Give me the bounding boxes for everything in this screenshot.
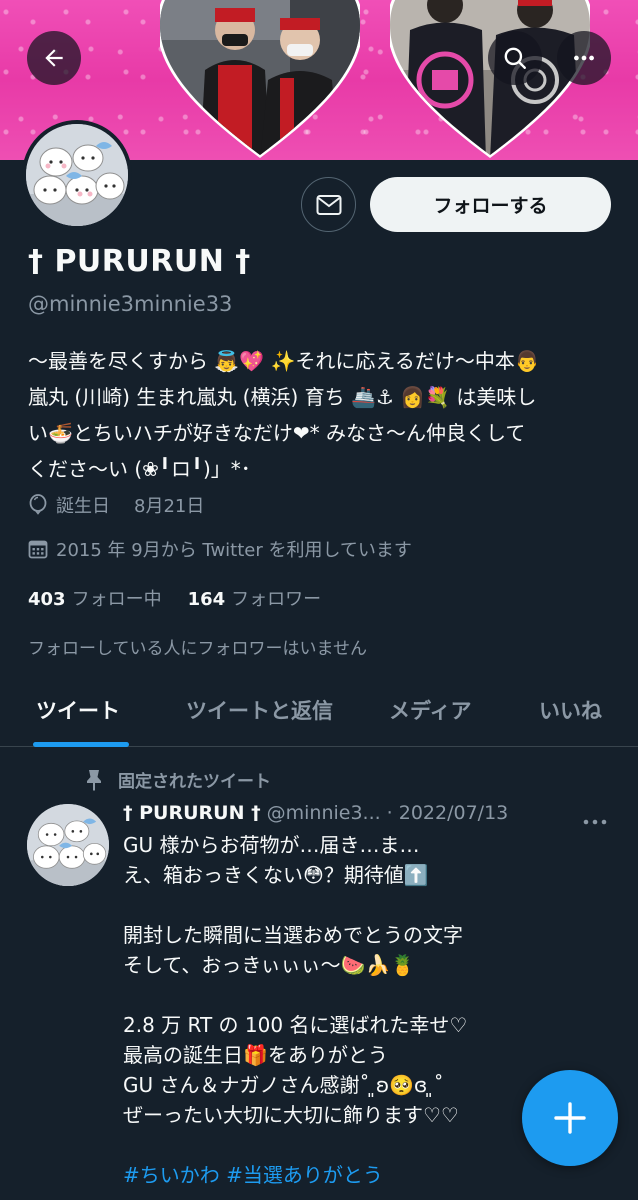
- avatar-image: [26, 124, 128, 226]
- profile-tabs: ツイート ツイートと返信 メディア いいね: [0, 676, 638, 747]
- tweet-line: 最高の誕生日🎁をありがとう: [123, 1043, 388, 1067]
- more-horizontal-icon: [574, 55, 594, 61]
- followers-count[interactable]: 164: [188, 589, 226, 610]
- more-horizontal-icon: [583, 819, 607, 825]
- follow-counts: 403 フォロー中 164 フォロワー: [28, 585, 321, 611]
- tab-likes[interactable]: いいね: [539, 695, 602, 725]
- tweet-author-name[interactable]: † PURURUN †: [123, 802, 261, 824]
- profile-bio: 〜最善を尽くすから 👼💖 ✨それに応えるだけ〜中本👨 嵐丸 (川崎) 生まれ嵐丸…: [28, 343, 618, 487]
- search-button[interactable]: [488, 31, 542, 85]
- banner-heart-photo-left: [160, 0, 360, 158]
- calendar-icon: [28, 540, 48, 559]
- tweet-header: † PURURUN † @minnie3... · 2022/07/13: [123, 802, 508, 824]
- bio-line: 〜最善を尽くすから 👼💖 ✨それに応えるだけ〜中本👨: [28, 349, 540, 373]
- tweet-hashtags[interactable]: #ちいかわ #当選ありがとう: [123, 1160, 523, 1190]
- mail-icon: [316, 194, 341, 215]
- joined-date: 2015 年 9月から Twitter を利用しています: [56, 540, 412, 561]
- bio-line: くださ〜い (❀╹ロ╹)」*･: [28, 457, 251, 481]
- joined-row: 2015 年 9月から Twitter を利用しています: [28, 536, 412, 562]
- tweet-text: GU 様からお荷物が…届き…ま… え、箱おっきくない😳？期待値⬆️ 開封した瞬間…: [123, 830, 523, 1190]
- compose-tweet-button[interactable]: [522, 1070, 618, 1166]
- tweet-date[interactable]: · 2022/07/13: [387, 802, 509, 824]
- tweet-line: 2.8 万 RT の 100 名に選ばれた幸せ♡: [123, 1013, 468, 1037]
- tweet-line: [123, 1130, 523, 1160]
- search-icon: [504, 47, 526, 69]
- display-name: † PURURUN †: [28, 244, 251, 279]
- banner-heart-photo-right: [390, 0, 590, 158]
- tab-tweets[interactable]: ツイート: [36, 695, 120, 725]
- birthday-value: 8月21日: [134, 496, 205, 517]
- active-tab-indicator: [33, 742, 129, 747]
- tweet-line: [123, 980, 523, 1010]
- tweet-line: そして、おっきぃぃぃ〜🍉🍌🍍: [123, 953, 416, 977]
- back-button[interactable]: [27, 31, 81, 85]
- followers-label[interactable]: フォロワー: [231, 585, 321, 611]
- bio-line: 嵐丸 (川崎) 生まれ嵐丸 (横浜) 育ち 🚢⚓ 👩💐 は美味し: [28, 385, 537, 409]
- pinned-text: 固定されたツイート: [118, 772, 271, 792]
- tab-tweets-and-replies[interactable]: ツイートと返信: [186, 695, 333, 725]
- tweet-line: 開封した瞬間に当選おめでとうの文字: [123, 923, 463, 947]
- avatar-image: [27, 804, 109, 886]
- balloon-icon: [29, 494, 47, 515]
- tweet-more-button[interactable]: [582, 808, 608, 832]
- following-label[interactable]: フォロー中: [72, 585, 162, 611]
- tweet-line: え、箱おっきくない😳？期待値⬆️: [123, 863, 429, 887]
- birthday-row: 誕生日 8月21日: [28, 492, 204, 518]
- tweet-line: [123, 890, 523, 920]
- tweet-author-handle[interactable]: @minnie3...: [267, 802, 381, 824]
- message-button[interactable]: [301, 177, 356, 232]
- tweet-line: GU 様からお荷物が…届き…ま…: [123, 833, 420, 857]
- tweet-author-avatar[interactable]: [27, 804, 109, 886]
- no-mutual-followers-text: フォローしている人にフォロワーはいません: [28, 639, 367, 659]
- tweet-line: GU さん＆ナガノさん感謝˚ ͈ʚ🥺ɞ ͈˚: [123, 1073, 444, 1097]
- more-options-button[interactable]: [557, 31, 611, 85]
- pinned-tweet-label: 固定されたツイート: [84, 767, 271, 792]
- profile-avatar[interactable]: [22, 120, 132, 230]
- plus-icon: [554, 1102, 586, 1134]
- birthday-label: 誕生日: [56, 496, 110, 517]
- pin-icon: [87, 769, 101, 791]
- following-count[interactable]: 403: [28, 589, 66, 610]
- arrow-left-icon: [45, 49, 63, 67]
- bio-line: い🍜とちいハチが好きなだけ❤︎* みなさ〜ん仲良くして: [28, 421, 526, 445]
- tweet-line: ぜーったい大切に大切に飾ります♡♡: [123, 1103, 459, 1127]
- tab-media[interactable]: メディア: [389, 695, 472, 725]
- follow-button[interactable]: フォローする: [370, 177, 611, 232]
- user-handle: @minnie3minnie33: [28, 292, 233, 316]
